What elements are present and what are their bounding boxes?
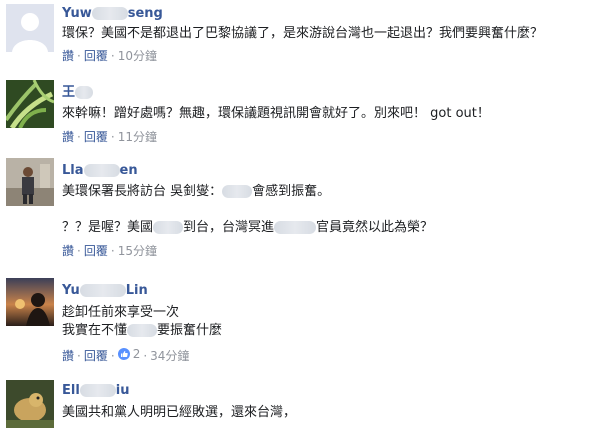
comment: Ell iu 美國共和黨人明明已經敗選，還來台灣， xyxy=(0,380,601,428)
commenter-name[interactable]: Yu Lin xyxy=(62,283,595,299)
sunset-photo-icon xyxy=(6,278,54,326)
avatar-sunset[interactable] xyxy=(6,278,54,326)
person-photo-icon xyxy=(6,158,54,206)
avatar-animal[interactable] xyxy=(6,380,54,428)
comment-text: 我實在不懂 要振奮什麼 xyxy=(62,323,223,338)
reply-link[interactable]: 回覆 xyxy=(84,244,108,258)
comment-actions: 讚 · 回覆 · 10分鐘 xyxy=(62,49,157,63)
like-link[interactable]: 讚 xyxy=(62,244,74,258)
timestamp[interactable]: 10分鐘 xyxy=(118,49,157,63)
like-link[interactable]: 讚 xyxy=(62,349,74,363)
commenter-name[interactable]: Lla en xyxy=(62,163,595,179)
reaction-count[interactable]: 2 xyxy=(117,346,140,362)
reply-link[interactable]: 回覆 xyxy=(84,349,108,363)
blurred-name xyxy=(79,384,116,397)
commenter-name[interactable]: 王 xyxy=(62,85,595,101)
comment-actions: 讚 · 回覆 · 2 · 34分鐘 xyxy=(62,346,190,363)
comment-text: ？？是喔？美國 到台，台灣冥進 官員竟然以此為榮？ xyxy=(62,220,434,235)
default-avatar-icon xyxy=(6,4,54,52)
comment-actions: 讚 · 回覆 · 11分鐘 xyxy=(62,130,157,144)
avatar-default[interactable] xyxy=(6,4,54,52)
comment-text: 美環保署長將訪台 吳釗燮： 會感到振奮。 xyxy=(62,184,331,199)
blurred-text xyxy=(274,221,317,234)
comment-text: 來幹嘛！蹭好處嗎？無趣，環保議題視訊開會就好了。別來吧！ got out！ xyxy=(62,106,490,121)
plant-photo-icon xyxy=(6,80,54,128)
like-link[interactable]: 讚 xyxy=(62,49,74,63)
comment-text: 趁卸任前來享受一次 xyxy=(62,305,180,320)
comment: Lla en 美環保署長將訪台 吳釗燮： 會感到振奮。 ？？是喔？美國 到台，台灣冥進… xyxy=(0,158,601,272)
avatar-plant[interactable] xyxy=(6,80,54,128)
comment: Yu Lin 趁卸任前來享受一次 我實在不懂 要振奮什麼 讚 · 回覆 · 2 · 34分鐘 xyxy=(0,278,601,374)
blurred-name xyxy=(79,284,126,297)
timestamp[interactable]: 15分鐘 xyxy=(118,244,157,258)
thumbs-up-icon xyxy=(117,348,130,360)
blurred-text xyxy=(222,185,253,198)
timestamp[interactable]: 34分鐘 xyxy=(150,349,189,363)
blurred-name xyxy=(75,86,94,99)
commenter-name[interactable]: Yuw seng xyxy=(62,6,595,22)
avatar-street[interactable] xyxy=(6,158,54,206)
comment-text: 美國共和黨人明明已經敗選，還來台灣， xyxy=(62,405,297,420)
comment-text: 環保？美國不是都退出了巴黎協議了，是來游說台灣也一起退出？我們要興奮什麼？ xyxy=(62,26,544,41)
reply-link[interactable]: 回覆 xyxy=(84,49,108,63)
comment-actions: 讚 · 回覆 · 15分鐘 xyxy=(62,244,157,258)
animal-photo-icon xyxy=(6,380,54,428)
like-link[interactable]: 讚 xyxy=(62,130,74,144)
commenter-name[interactable]: Ell iu xyxy=(62,383,595,399)
comment: Yuw seng 環保？美國不是都退出了巴黎協議了，是來游說台灣也一起退出？我們要… xyxy=(0,0,601,78)
comment: 王 來幹嘛！蹭好處嗎？無趣，環保議題視訊開會就好了。別來吧！ got out！ … xyxy=(0,80,601,156)
timestamp[interactable]: 11分鐘 xyxy=(118,130,157,144)
reply-link[interactable]: 回覆 xyxy=(84,130,108,144)
blurred-text xyxy=(127,324,158,337)
blurred-name xyxy=(83,164,120,177)
blurred-name xyxy=(91,7,128,20)
blurred-text xyxy=(153,221,184,234)
